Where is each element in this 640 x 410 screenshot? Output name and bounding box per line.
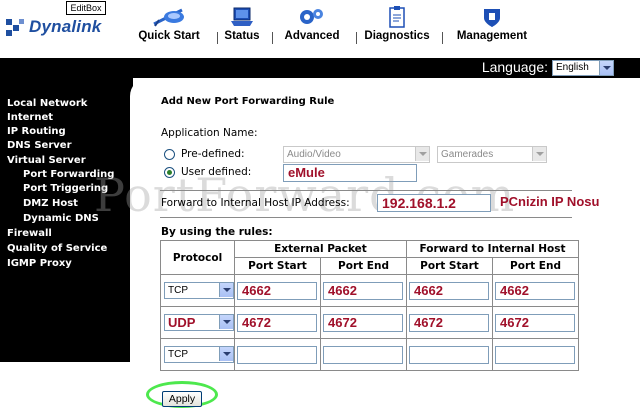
nav-advanced[interactable]: Advanced: [278, 6, 346, 46]
nav-quick-start-label: Quick Start: [138, 30, 200, 42]
sidebar-item-virtual-server[interactable]: Virtual Server: [7, 155, 86, 166]
sidebar-item-igmp-proxy[interactable]: IGMP Proxy: [7, 258, 72, 269]
forward-ip-label: Forward to Internal Host IP Address:: [161, 197, 350, 209]
language-select[interactable]: English: [552, 60, 614, 76]
ext-port-end-input[interactable]: 4672: [323, 314, 403, 332]
sidebar-item-quality-of-service[interactable]: Quality of Service: [7, 243, 107, 254]
nav-status-label: Status: [224, 30, 260, 42]
chevron-down-icon[interactable]: [599, 61, 613, 75]
chevron-down-icon[interactable]: [219, 283, 233, 297]
header: Dynalink EditBox Quick Start Status Adva…: [0, 0, 640, 58]
apply-button[interactable]: Apply: [162, 391, 202, 407]
nav-diagnostics[interactable]: Diagnostics: [364, 6, 430, 46]
chevron-down-icon[interactable]: [532, 147, 546, 161]
protocol-value: TCP: [168, 349, 188, 360]
chevron-down-icon[interactable]: [219, 315, 233, 329]
predefined-category-select[interactable]: Audio/Video: [283, 146, 430, 163]
predefined-category-value: Audio/Video: [287, 149, 341, 160]
ip-annotation: PCnizin IP Nosu: [500, 194, 600, 209]
int-port-start-header: Port Start: [406, 257, 493, 275]
int-port-start-input[interactable]: 4672: [409, 314, 489, 332]
ext-port-start-input[interactable]: [237, 346, 317, 364]
shield-icon: [484, 9, 500, 27]
clipboard-icon: [389, 6, 405, 28]
sidebar-item-internet[interactable]: Internet: [7, 112, 53, 123]
ext-port-start-input[interactable]: 4672: [237, 314, 317, 332]
protocol-select[interactable]: TCP: [164, 282, 234, 299]
divider: [160, 190, 572, 191]
user-defined-input[interactable]: eMule: [283, 164, 417, 182]
language-select-value: English: [556, 62, 589, 73]
user-defined-label: User defined:: [181, 166, 252, 178]
sidebar-item-ip-routing[interactable]: IP Routing: [7, 126, 66, 137]
ext-port-end-header: Port End: [320, 257, 407, 275]
sidebar-item-dynamic-dns[interactable]: Dynamic DNS: [23, 213, 99, 224]
user-defined-radio[interactable]: [164, 167, 175, 178]
internal-host-header: Forward to Internal Host: [406, 240, 579, 258]
ext-port-start-header: Port Start: [234, 257, 321, 275]
protocol-value: TCP: [168, 285, 188, 296]
int-port-start-input[interactable]: [409, 346, 489, 364]
protocol-select[interactable]: UDP: [164, 314, 234, 331]
int-port-end-input[interactable]: 4672: [495, 314, 575, 332]
nav-management[interactable]: Management: [452, 6, 532, 46]
int-port-start-input[interactable]: 4662: [409, 282, 489, 300]
table-row: TCP 4662 4662 4662 4662: [160, 274, 579, 307]
application-name-label: Application Name:: [161, 127, 258, 139]
nav-advanced-label: Advanced: [284, 30, 340, 42]
editbox-tooltip: EditBox: [66, 1, 106, 15]
sidebar-item-port-triggering[interactable]: Port Triggering: [23, 183, 108, 194]
sidebar-item-local-network[interactable]: Local Network: [7, 98, 87, 109]
nav-divider: [272, 32, 273, 44]
ext-port-end-input[interactable]: [323, 346, 403, 364]
rules-label: By using the rules:: [161, 226, 273, 238]
predefined-app-select[interactable]: Gamerades: [437, 146, 547, 163]
ext-port-end-input[interactable]: 4662: [323, 282, 403, 300]
language-label: Language:: [481, 59, 548, 75]
predefined-radio[interactable]: [164, 149, 175, 160]
divider: [160, 217, 572, 218]
table-row: TCP: [160, 338, 579, 371]
sidebar-item-dmz-host[interactable]: DMZ Host: [23, 198, 78, 209]
nav-status[interactable]: Status: [220, 6, 264, 46]
predefined-app-value: Gamerades: [441, 149, 494, 160]
protocol-header: Protocol: [160, 240, 235, 275]
external-packet-header: External Packet: [234, 240, 407, 258]
protocol-select[interactable]: TCP: [164, 346, 234, 363]
nav-divider: [356, 32, 357, 44]
nav-management-label: Management: [456, 30, 528, 42]
wizard-icon: [153, 8, 184, 27]
nav-divider: [217, 32, 218, 44]
logo-text: Dynalink: [29, 17, 102, 36]
nav-diagnostics-label: Diagnostics: [364, 30, 430, 42]
nav-quick-start[interactable]: Quick Start: [130, 6, 208, 46]
sidebar-item-firewall[interactable]: Firewall: [7, 228, 52, 239]
table-row: UDP 4672 4672 4672 4672: [160, 306, 579, 339]
sidebar-item-dns-server[interactable]: DNS Server: [7, 140, 72, 151]
language-bar: Language: English: [0, 58, 640, 78]
laptop-icon: [231, 7, 253, 26]
logo-mark-icon: [6, 19, 24, 36]
dynalink-logo[interactable]: Dynalink: [4, 12, 101, 42]
forward-ip-input[interactable]: 192.168.1.2: [377, 194, 491, 212]
int-port-end-input[interactable]: 4662: [495, 282, 575, 300]
protocol-value: UDP: [168, 315, 196, 330]
sidebar-item-port-forwarding[interactable]: Port Forwarding: [23, 169, 114, 180]
nav-divider: [442, 32, 443, 44]
ext-port-start-input[interactable]: 4662: [237, 282, 317, 300]
int-port-end-header: Port End: [492, 257, 579, 275]
page-title: Add New Port Forwarding Rule: [161, 96, 335, 107]
rules-table: Protocol External Packet Forward to Inte…: [160, 240, 579, 371]
predefined-label: Pre-defined:: [181, 148, 245, 160]
gears-icon: [300, 9, 323, 24]
sidebar: Local Network Internet IP Routing DNS Se…: [0, 78, 133, 362]
int-port-end-input[interactable]: [495, 346, 575, 364]
chevron-down-icon[interactable]: [415, 147, 429, 161]
chevron-down-icon[interactable]: [219, 347, 233, 361]
